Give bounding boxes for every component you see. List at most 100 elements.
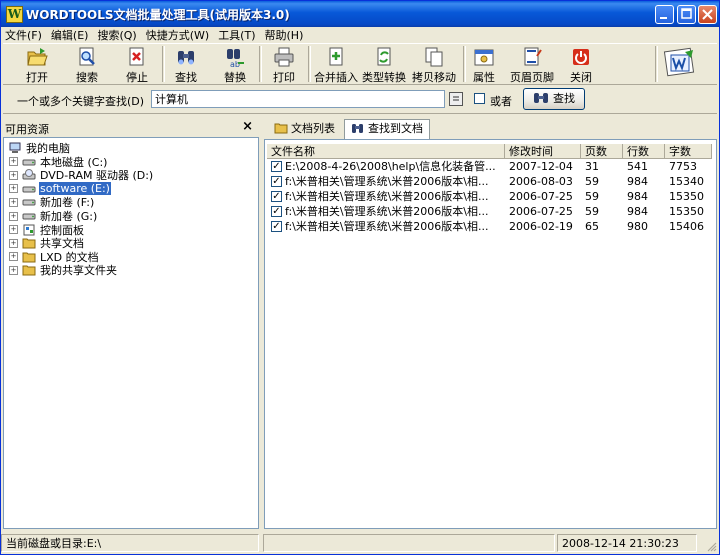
cell-name: E:\2008-4-26\2008\help\信息化装备管... <box>285 160 496 173</box>
folder-icon <box>22 252 36 263</box>
cell-words: 15340 <box>669 175 704 188</box>
maximize-button[interactable] <box>677 5 696 24</box>
menu-edit[interactable]: 编辑(E) <box>51 27 89 43</box>
column-header-modified[interactable]: 修改时间 <box>505 144 581 159</box>
column-header-lines[interactable]: 行数 <box>623 144 665 159</box>
row-checkbox[interactable]: ✓ <box>271 221 282 232</box>
expand-icon[interactable]: + <box>9 265 18 275</box>
toolbar-separator <box>308 46 311 82</box>
search-button[interactable]: 搜索 <box>69 46 105 84</box>
panel-close-button[interactable]: × <box>242 119 253 134</box>
stop-button[interactable]: 停止 <box>119 46 155 84</box>
binoculars-icon <box>178 51 194 65</box>
cell-words: 15350 <box>669 190 704 203</box>
menu-tools[interactable]: 工具(T) <box>218 27 255 43</box>
hard-drive-icon <box>22 186 36 193</box>
or-checkbox-label: 或者 <box>490 95 512 108</box>
menu-help[interactable]: 帮助(H) <box>265 27 304 43</box>
properties-icon <box>474 49 494 66</box>
folder-icon <box>22 265 36 276</box>
status-datetime: 2008-12-14 21:30:23 <box>557 534 697 552</box>
resource-panel-header: 可用资源 × <box>3 117 259 137</box>
expand-icon[interactable]: + <box>9 225 18 235</box>
title-bar[interactable]: W WORDTOOLS文档批量处理工具(试用版本3.0) <box>1 1 719 27</box>
menu-shortcut[interactable]: 快捷方式(W) <box>146 27 209 43</box>
open-button[interactable]: 打开 <box>19 46 55 84</box>
dvd-drive-icon <box>22 169 36 180</box>
minimize-button[interactable] <box>655 5 674 24</box>
table-row[interactable]: f:\米普相关\管理系统\米普2006版本\相... 2006-07-25 59 98… <box>267 189 712 204</box>
hard-drive-icon <box>22 213 36 220</box>
find-button[interactable]: 查找 <box>168 46 204 84</box>
results-panel: 文档列表 查找到文档 文件名称 修改时间 页数 行数 字数 E:\2008-4-… <box>264 117 717 529</box>
replace-icon: ab <box>227 49 244 68</box>
table-row[interactable]: E:\2008-4-26\2008\help\信息化装备管... 2007-12-… <box>267 159 712 174</box>
find-submit-button[interactable]: 查找 <box>523 88 585 110</box>
folder-icon <box>22 238 36 249</box>
cell-modified: 2006-02-19 <box>509 220 573 233</box>
or-checkbox[interactable] <box>474 93 485 104</box>
cell-lines: 541 <box>627 160 648 173</box>
header-footer-icon <box>524 47 542 66</box>
row-checkbox[interactable]: ✓ <box>271 176 282 187</box>
merge-insert-button[interactable]: 合并插入 <box>312 46 360 84</box>
maximize-icon <box>681 8 692 19</box>
convert-icon <box>377 47 391 66</box>
binoculars-icon <box>534 93 548 103</box>
table-row[interactable]: f:\米普相关\管理系统\米普2006版本\相... 2006-08-03 59 98… <box>267 174 712 189</box>
minimize-icon <box>660 17 667 19</box>
toolbar-separator <box>259 46 262 82</box>
type-convert-button[interactable]: 类型转换 <box>360 46 408 84</box>
header-footer-button[interactable]: 页眉页脚 <box>508 46 556 84</box>
menu-file[interactable]: 文件(F) <box>5 27 42 43</box>
resource-panel: 可用资源 × 我的电脑 + 本地磁盘 (C:) + DVD-RAM 驱动器 (D:) + s… <box>3 117 259 529</box>
cell-words: 7753 <box>669 160 697 173</box>
properties-button[interactable]: 属性 <box>466 46 502 84</box>
row-checkbox[interactable]: ✓ <box>271 206 282 217</box>
cell-name: f:\米普相关\管理系统\米普2006版本\相... <box>285 205 489 218</box>
cell-modified: 2007-12-04 <box>509 160 573 173</box>
row-checkbox[interactable]: ✓ <box>271 161 282 172</box>
merge-insert-icon <box>329 47 343 66</box>
copy-move-icon <box>425 47 443 67</box>
expand-icon[interactable]: + <box>9 238 18 248</box>
cell-name: f:\米普相关\管理系统\米普2006版本\相... <box>285 175 489 188</box>
table-row[interactable]: f:\米普相关\管理系统\米普2006版本\相... 2006-02-19 65 98… <box>267 219 712 234</box>
tree-item[interactable]: + DVD-RAM 驱动器 (D:) <box>9 168 154 182</box>
resize-grip-icon[interactable] <box>705 540 717 552</box>
computer-icon <box>9 142 21 153</box>
expand-icon[interactable]: + <box>9 170 18 180</box>
copy-move-button[interactable]: 拷贝移动 <box>410 46 458 84</box>
status-empty-cell <box>263 534 555 552</box>
history-button[interactable] <box>449 92 463 106</box>
cell-lines: 984 <box>627 190 648 203</box>
tab-found-documents[interactable]: 查找到文档 <box>344 119 430 139</box>
column-header-pages[interactable]: 页数 <box>581 144 623 159</box>
status-current-dir: 当前磁盘或目录:E:\ <box>1 534 259 552</box>
expand-icon[interactable]: + <box>9 197 18 207</box>
panel-splitter[interactable] <box>260 117 263 529</box>
exit-button[interactable]: 关闭 <box>563 46 599 84</box>
row-checkbox[interactable]: ✓ <box>271 191 282 202</box>
status-bar: 当前磁盘或目录:E:\ 2008-12-14 21:30:23 <box>1 532 719 554</box>
tree-item[interactable]: + 我的共享文件夹 <box>9 263 118 277</box>
close-window-button[interactable] <box>698 5 717 24</box>
expand-icon[interactable]: + <box>9 252 18 262</box>
expand-icon[interactable]: + <box>9 157 18 167</box>
column-header-name[interactable]: 文件名称 <box>267 144 505 159</box>
search-doc-icon <box>79 47 95 66</box>
tab-strip: 文档列表 查找到文档 <box>264 117 717 139</box>
table-row[interactable]: f:\米普相关\管理系统\米普2006版本\相... 2006-07-25 59 98… <box>267 204 712 219</box>
keyword-input[interactable] <box>151 90 445 108</box>
cell-pages: 31 <box>585 160 599 173</box>
expand-icon[interactable]: + <box>9 211 18 221</box>
print-button[interactable]: 打印 <box>266 46 302 84</box>
stop-icon <box>129 47 144 66</box>
tab-document-list[interactable]: 文档列表 <box>268 120 341 138</box>
menu-search[interactable]: 搜索(Q) <box>97 27 136 43</box>
column-header-words[interactable]: 字数 <box>665 144 712 159</box>
expand-icon[interactable]: + <box>9 184 18 194</box>
search-bar: 一个或多个关键字查找(D) 或者 查找 <box>3 86 717 114</box>
cell-lines: 980 <box>627 220 648 233</box>
replace-button[interactable]: ab 替换 <box>217 46 253 84</box>
